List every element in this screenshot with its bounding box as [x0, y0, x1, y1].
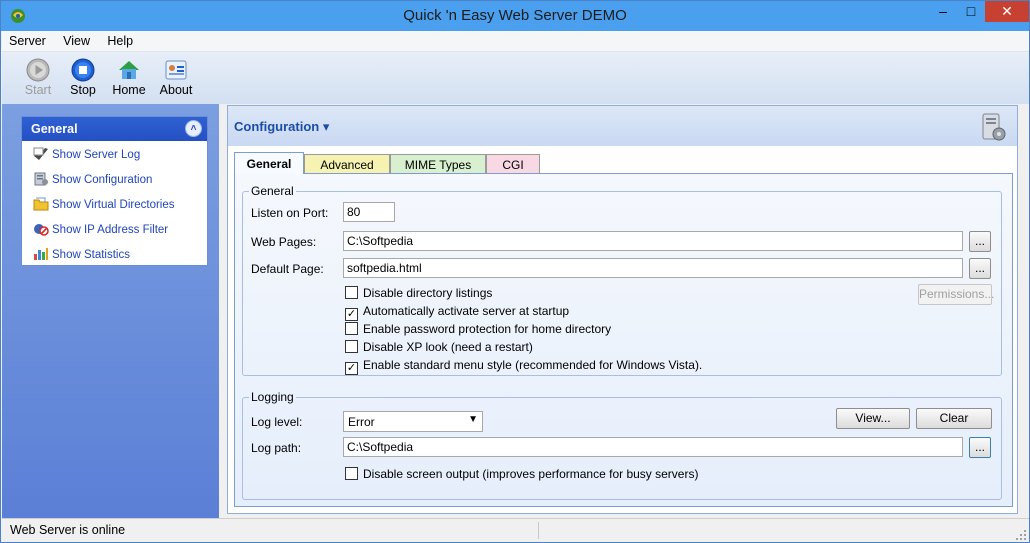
tab-mime-types[interactable]: MIME Types — [390, 154, 486, 174]
log-path-input[interactable]: C:\Softpedia — [343, 437, 963, 457]
sidebar-item-label: Show Configuration — [52, 174, 153, 186]
general-group-label: General — [251, 184, 294, 198]
sidebar-item-configuration[interactable]: Show Configuration — [22, 166, 207, 191]
checkbox-label: Enable standard menu style (recommended … — [363, 358, 703, 372]
log-level-select[interactable]: Error ▼ — [343, 411, 483, 432]
play-icon — [26, 58, 50, 82]
view-log-button[interactable]: View... — [836, 408, 910, 429]
sidebar-item-statistics[interactable]: Show Statistics — [22, 241, 207, 266]
checkbox-label: Disable directory listings — [363, 286, 493, 300]
general-panel-title: General — [31, 122, 78, 136]
menu-help[interactable]: Help — [100, 31, 140, 51]
status-separator — [538, 522, 539, 539]
chevron-down-icon: ▾ — [322, 119, 330, 134]
checkbox-label: Disable XP look (need a restart) — [363, 340, 533, 354]
tab-general[interactable]: General — [234, 152, 304, 174]
home-label: Home — [112, 83, 146, 97]
default-page-input[interactable]: softpedia.html — [343, 258, 963, 278]
checkmark-icon: ✓ — [345, 308, 358, 321]
folder-icon — [33, 197, 49, 211]
sidebar-item-virtual-directories[interactable]: Show Virtual Directories — [22, 191, 207, 216]
title-bar[interactable]: Quick 'n Easy Web Server DEMO – □ ✕ — [1, 1, 1029, 31]
checkbox-box — [345, 322, 358, 335]
checkbox-box — [345, 340, 358, 353]
toolbar: Start Stop Home About — [2, 52, 1029, 104]
menu-bar: Server View Help — [2, 31, 1029, 52]
ip-filter-icon — [34, 224, 49, 236]
close-button[interactable]: ✕ — [985, 1, 1029, 22]
server-log-icon — [33, 147, 48, 160]
listen-port-label: Listen on Port: — [251, 206, 329, 220]
sidebar-item-label: Show Virtual Directories — [52, 199, 175, 211]
stop-button[interactable]: Stop — [61, 56, 105, 97]
window-title: Quick 'n Easy Web Server DEMO — [403, 7, 627, 24]
general-panel-header[interactable]: General ˄ — [22, 117, 207, 141]
disable-screen-output-checkbox[interactable]: Disable screen output (improves performa… — [345, 467, 698, 481]
task-pane: General ˄ Show Server Log Show Configura… — [2, 104, 219, 518]
password-protection-checkbox[interactable]: Enable password protection for home dire… — [345, 322, 611, 336]
status-text: Web Server is online — [10, 523, 126, 537]
checkmark-icon: ✓ — [345, 362, 358, 375]
stop-label: Stop — [70, 83, 96, 97]
sidebar-item-ip-filter[interactable]: Show IP Address Filter — [22, 216, 207, 241]
configuration-header: Configuration ▾ — [228, 106, 1017, 146]
default-page-label: Default Page: — [251, 262, 324, 276]
listen-port-input[interactable]: 80 — [343, 202, 395, 222]
minimize-button[interactable]: – — [928, 1, 958, 22]
log-level-value: Error — [348, 415, 375, 429]
about-icon — [165, 60, 187, 80]
configuration-panel: Configuration ▾ General Advanced MIME Ty… — [227, 105, 1018, 514]
default-page-browse-button[interactable]: ... — [969, 258, 991, 279]
menu-server[interactable]: Server — [2, 31, 53, 51]
home-button[interactable]: Home — [107, 56, 151, 97]
status-bar: Web Server is online — [2, 518, 1029, 542]
sidebar-item-label: Show IP Address Filter — [52, 224, 169, 236]
sidebar-item-label: Show Server Log — [52, 149, 141, 161]
resize-grip-icon[interactable] — [1015, 529, 1027, 541]
log-path-browse-button[interactable]: ... — [969, 437, 991, 458]
start-button[interactable]: Start — [16, 56, 60, 97]
checkbox-box — [345, 467, 358, 480]
general-panel: General ˄ Show Server Log Show Configura… — [21, 116, 208, 266]
maximize-button[interactable]: □ — [956, 1, 986, 22]
configuration-title-text: Configuration — [234, 119, 320, 134]
disable-directory-listings-checkbox[interactable]: Disable directory listings — [345, 286, 492, 300]
logging-group-label: Logging — [251, 390, 294, 404]
main-pane: Configuration ▾ General Advanced MIME Ty… — [219, 104, 1029, 518]
sidebar-item-server-log[interactable]: Show Server Log — [22, 141, 207, 166]
menu-view[interactable]: View — [56, 31, 97, 51]
app-window: Quick 'n Easy Web Server DEMO – □ ✕ Serv… — [0, 0, 1030, 543]
configuration-title[interactable]: Configuration ▾ — [234, 119, 329, 135]
server-icon — [982, 113, 1006, 141]
configuration-icon — [34, 172, 48, 186]
statistics-icon — [34, 248, 48, 260]
web-pages-browse-button[interactable]: ... — [969, 231, 991, 252]
config-tabs: General Advanced MIME Types CGI — [234, 152, 1014, 174]
checkbox-box — [345, 286, 358, 299]
general-tab-content: General Listen on Port: 80 Web Pages: C:… — [234, 173, 1013, 507]
stop-icon — [71, 58, 95, 82]
checkbox-label: Automatically activate server at startup — [363, 304, 570, 318]
standard-menu-style-checkbox[interactable]: ✓ Enable standard menu style (recommended… — [345, 358, 702, 375]
web-pages-input[interactable]: C:\Softpedia — [343, 231, 963, 251]
about-button[interactable]: About — [154, 56, 198, 97]
chevron-down-icon: ▼ — [468, 414, 478, 425]
tab-cgi[interactable]: CGI — [486, 154, 540, 174]
clear-log-button[interactable]: Clear — [916, 408, 992, 429]
collapse-icon[interactable]: ˄ — [185, 120, 202, 137]
checkbox-label: Disable screen output (improves performa… — [363, 467, 699, 481]
sidebar-item-label: Show Statistics — [52, 249, 130, 261]
log-path-label: Log path: — [251, 441, 302, 455]
permissions-button[interactable]: Permissions... — [918, 284, 994, 305]
web-pages-label: Web Pages: — [251, 235, 317, 249]
log-level-label: Log level: — [251, 415, 303, 429]
auto-activate-checkbox[interactable]: ✓ Automatically activate server at startu… — [345, 304, 569, 321]
start-label: Start — [24, 83, 52, 97]
tab-advanced[interactable]: Advanced — [304, 154, 390, 174]
home-icon — [119, 61, 139, 79]
checkbox-label: Enable password protection for home dire… — [363, 322, 612, 336]
about-label: About — [159, 83, 193, 97]
disable-xp-look-checkbox[interactable]: Disable XP look (need a restart) — [345, 340, 533, 354]
